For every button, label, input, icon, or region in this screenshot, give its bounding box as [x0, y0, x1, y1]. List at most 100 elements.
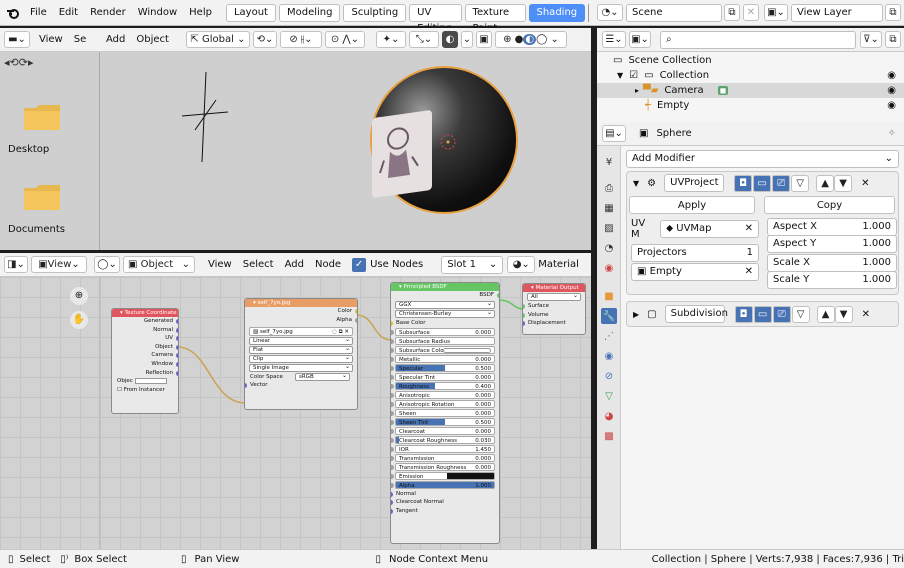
- object-tab-icon[interactable]: ■: [601, 288, 617, 304]
- viewport-toggle-icon[interactable]: ▭: [753, 174, 772, 192]
- tab-texture-paint[interactable]: Texture Paint: [464, 3, 526, 34]
- viewport-3d[interactable]: [100, 52, 591, 250]
- bsdf-param-field[interactable]: Metallic 0.000: [391, 354, 495, 364]
- source-dropdown[interactable]: Single Image: [249, 363, 353, 372]
- projectors-field[interactable]: Projectors 1: [631, 244, 759, 262]
- scene-icon[interactable]: ◔⌄: [597, 4, 623, 21]
- socket-window[interactable]: Window: [112, 360, 178, 369]
- viewport-object-menu[interactable]: Object: [136, 34, 169, 45]
- uvmap-field[interactable]: ⬥ UVMap ✕: [660, 220, 759, 238]
- socket-icon[interactable]: [391, 491, 393, 497]
- shading-mode-group[interactable]: ⊕ ● ◐ ◯ ⌄: [494, 31, 567, 48]
- view-layer-new-icon[interactable]: ⧉: [885, 4, 901, 21]
- view-layer-tab-icon[interactable]: ▨: [601, 220, 617, 236]
- node-image-texture[interactable]: ▾ self_7yo.jpg Color Alpha ▨ self_7yo.jp…: [244, 298, 358, 410]
- socket-icon[interactable]: [523, 321, 525, 327]
- world-tab-icon[interactable]: ◉: [601, 260, 617, 276]
- view-layer-field[interactable]: View Layer: [791, 3, 883, 22]
- filter-icon[interactable]: ⊽⌄: [860, 31, 882, 48]
- pivot-icon[interactable]: ⟲⌄: [252, 31, 277, 48]
- aspect-y-field[interactable]: Aspect Y 1.000: [767, 235, 897, 253]
- node-texture-coordinate[interactable]: ▾ Texture Coordinate Generated Normal UV…: [111, 308, 179, 414]
- bsdf-param-field[interactable]: Sheen 0.000: [391, 408, 495, 418]
- distribution-dropdown[interactable]: GGX: [395, 300, 495, 309]
- outliner-row-empty[interactable]: ┽ Empty ◉: [597, 98, 904, 113]
- node-collapse-icon[interactable]: ▾: [120, 310, 123, 316]
- shader-type-icon[interactable]: ◯⌄: [94, 256, 120, 273]
- node-collapse-icon[interactable]: ▾: [531, 285, 534, 291]
- bsdf-param-field[interactable]: IOR 1.450: [391, 444, 495, 453]
- extension-dropdown[interactable]: Clip: [249, 354, 353, 363]
- scale-x-field[interactable]: Scale X 1.000: [767, 254, 897, 272]
- expand-icon[interactable]: ▸: [635, 86, 639, 95]
- cage-toggle-icon[interactable]: ▽: [791, 305, 810, 323]
- socket-bsdf[interactable]: BSDF: [391, 291, 499, 300]
- view-layer-icon[interactable]: ▣⌄: [764, 4, 788, 21]
- move-down-icon[interactable]: ▼: [834, 305, 853, 323]
- socket-base-color[interactable]: Base Color: [391, 319, 499, 328]
- socket-icon[interactable]: [391, 366, 394, 372]
- material-name[interactable]: Material: [538, 259, 579, 270]
- socket-icon[interactable]: [497, 293, 499, 298]
- scale-y-field[interactable]: Scale Y 1.000: [767, 271, 897, 289]
- image-file-field[interactable]: ▨ self_7yo.jpg ◌ ⧉ ✕: [249, 327, 353, 336]
- render-tab-icon[interactable]: ⎙: [601, 180, 617, 196]
- socket-icon[interactable]: [391, 429, 394, 435]
- image-actions-icon[interactable]: ◌ ⧉ ✕: [332, 328, 349, 335]
- folder-item[interactable]: Desktop: [8, 102, 72, 155]
- menu-help[interactable]: Help: [183, 7, 218, 18]
- copy-button[interactable]: Copy: [764, 196, 895, 214]
- target-dropdown[interactable]: All: [527, 292, 581, 301]
- node-header[interactable]: ▾ Texture Coordinate: [112, 309, 178, 317]
- hand-pan-icon[interactable]: ✋: [70, 311, 88, 329]
- constraints-tab-icon[interactable]: ⊘: [601, 368, 617, 384]
- object-type-dropdown[interactable]: ▣ Object ⌄: [123, 256, 195, 273]
- menu-edit[interactable]: Edit: [53, 7, 84, 18]
- socket-uv[interactable]: UV: [112, 334, 178, 343]
- socket-volume[interactable]: Volume: [523, 311, 585, 320]
- socket-icon[interactable]: [391, 438, 394, 444]
- bsdf-param-field[interactable]: Transmission Roughness 0.000: [391, 462, 495, 471]
- node-select-menu[interactable]: Select: [243, 259, 274, 270]
- node-editor-type-icon[interactable]: ◨⌄: [4, 256, 28, 273]
- texture-tab-icon[interactable]: ▩: [601, 428, 617, 444]
- render-toggle-icon[interactable]: ⎚: [772, 174, 791, 192]
- node-material-output[interactable]: ▾ Material Output All Surface Volume Dis…: [522, 283, 586, 335]
- outliner-editor-icon[interactable]: ☰⌄: [602, 31, 626, 48]
- tool-tab-icon[interactable]: ¥: [601, 154, 617, 170]
- clear-icon[interactable]: ✕: [745, 221, 753, 237]
- node-header[interactable]: ▾ self_7yo.jpg: [245, 299, 357, 307]
- node-collapse-icon[interactable]: ▾: [399, 284, 402, 290]
- xray-icon[interactable]: ▣: [475, 31, 492, 48]
- render-toggle-icon[interactable]: ⎚: [772, 305, 791, 323]
- node-add-menu[interactable]: Add: [285, 259, 304, 270]
- socket-icon[interactable]: [523, 304, 525, 309]
- from-instancer-checkbox[interactable]: ☐ From Instancer: [112, 386, 178, 395]
- socket-object[interactable]: Object: [112, 343, 178, 352]
- checkbox-icon[interactable]: ☐: [117, 387, 122, 393]
- output-tab-icon[interactable]: ▦: [601, 200, 617, 216]
- proportional-icon[interactable]: ⊙ ⋀⌄: [324, 31, 365, 48]
- display-mode-icon[interactable]: ▣⌄: [629, 31, 651, 48]
- scene-tab-icon[interactable]: ◔: [601, 240, 617, 256]
- bsdf-param-field[interactable]: Subsurface Color: [391, 345, 495, 355]
- expand-icon[interactable]: ▼: [617, 71, 623, 80]
- socket-icon[interactable]: [391, 508, 393, 514]
- apply-button[interactable]: Apply: [629, 196, 755, 214]
- color-swatch[interactable]: [443, 347, 491, 353]
- checkbox-icon[interactable]: ☑: [629, 70, 638, 81]
- scene-close-icon[interactable]: ✕: [743, 4, 759, 21]
- socket-icon[interactable]: [176, 344, 178, 350]
- editor-type-icon[interactable]: ▬⌄: [4, 31, 30, 48]
- tab-shading[interactable]: Shading: [528, 3, 586, 22]
- socket-icon[interactable]: [391, 474, 394, 480]
- socket-icon[interactable]: [391, 483, 394, 489]
- close-icon[interactable]: ✕: [862, 309, 870, 320]
- outliner-row-scene-collection[interactable]: ▭ Scene Collection: [597, 53, 904, 68]
- bsdf-param-field[interactable]: Transmission 0.000: [391, 453, 495, 462]
- tab-uv-editing[interactable]: UV Editing: [409, 3, 462, 34]
- tab-modeling[interactable]: Modeling: [278, 3, 341, 22]
- socket-alpha[interactable]: Alpha: [245, 316, 357, 325]
- folder-item[interactable]: Documents: [8, 182, 82, 235]
- socket-icon[interactable]: [391, 357, 394, 363]
